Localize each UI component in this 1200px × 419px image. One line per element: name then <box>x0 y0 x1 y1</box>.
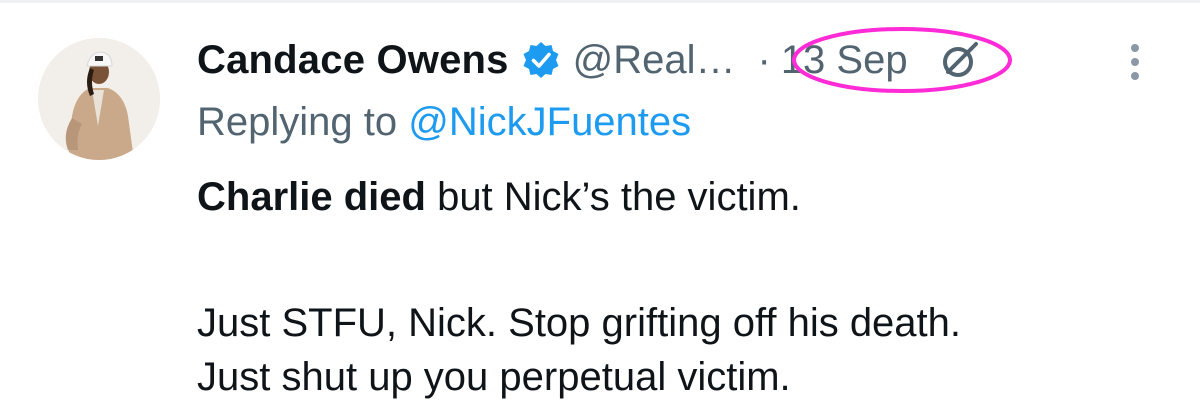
tweet-body-line-1: Charlie died but Nick’s the victim. <box>197 170 801 224</box>
body-line2-text: Just STFU, Nick. Stop grifting off his d… <box>197 301 962 345</box>
body-bold-text: Charlie died <box>197 175 426 219</box>
author-name[interactable]: Candace Owens <box>197 38 509 83</box>
grok-icon[interactable] <box>938 38 982 82</box>
body-line1-text: but Nick’s the victim. <box>425 175 801 219</box>
more-options-button[interactable] <box>1120 40 1150 84</box>
separator-dot: · <box>757 37 771 82</box>
more-vertical-icon <box>1131 44 1139 80</box>
tweet-body-paragraph-2: Just STFU, Nick. Stop grifting off his d… <box>197 296 961 404</box>
replying-to-line: Replying to @NickJFuentes <box>197 100 691 145</box>
replying-prefix: Replying to <box>197 100 398 144</box>
tweet-date[interactable]: 13 Sep <box>781 38 908 83</box>
tweet-header: Candace Owens @Real… · 13 Sep <box>197 32 982 88</box>
avatar[interactable] <box>38 38 160 160</box>
verified-badge-icon <box>521 40 561 80</box>
top-divider <box>0 0 1200 3</box>
author-handle[interactable]: @Real… <box>573 38 736 83</box>
reply-mention-link[interactable]: @NickJFuentes <box>408 100 691 144</box>
body-line3-text: Just shut up you perpetual victim. <box>197 355 791 399</box>
